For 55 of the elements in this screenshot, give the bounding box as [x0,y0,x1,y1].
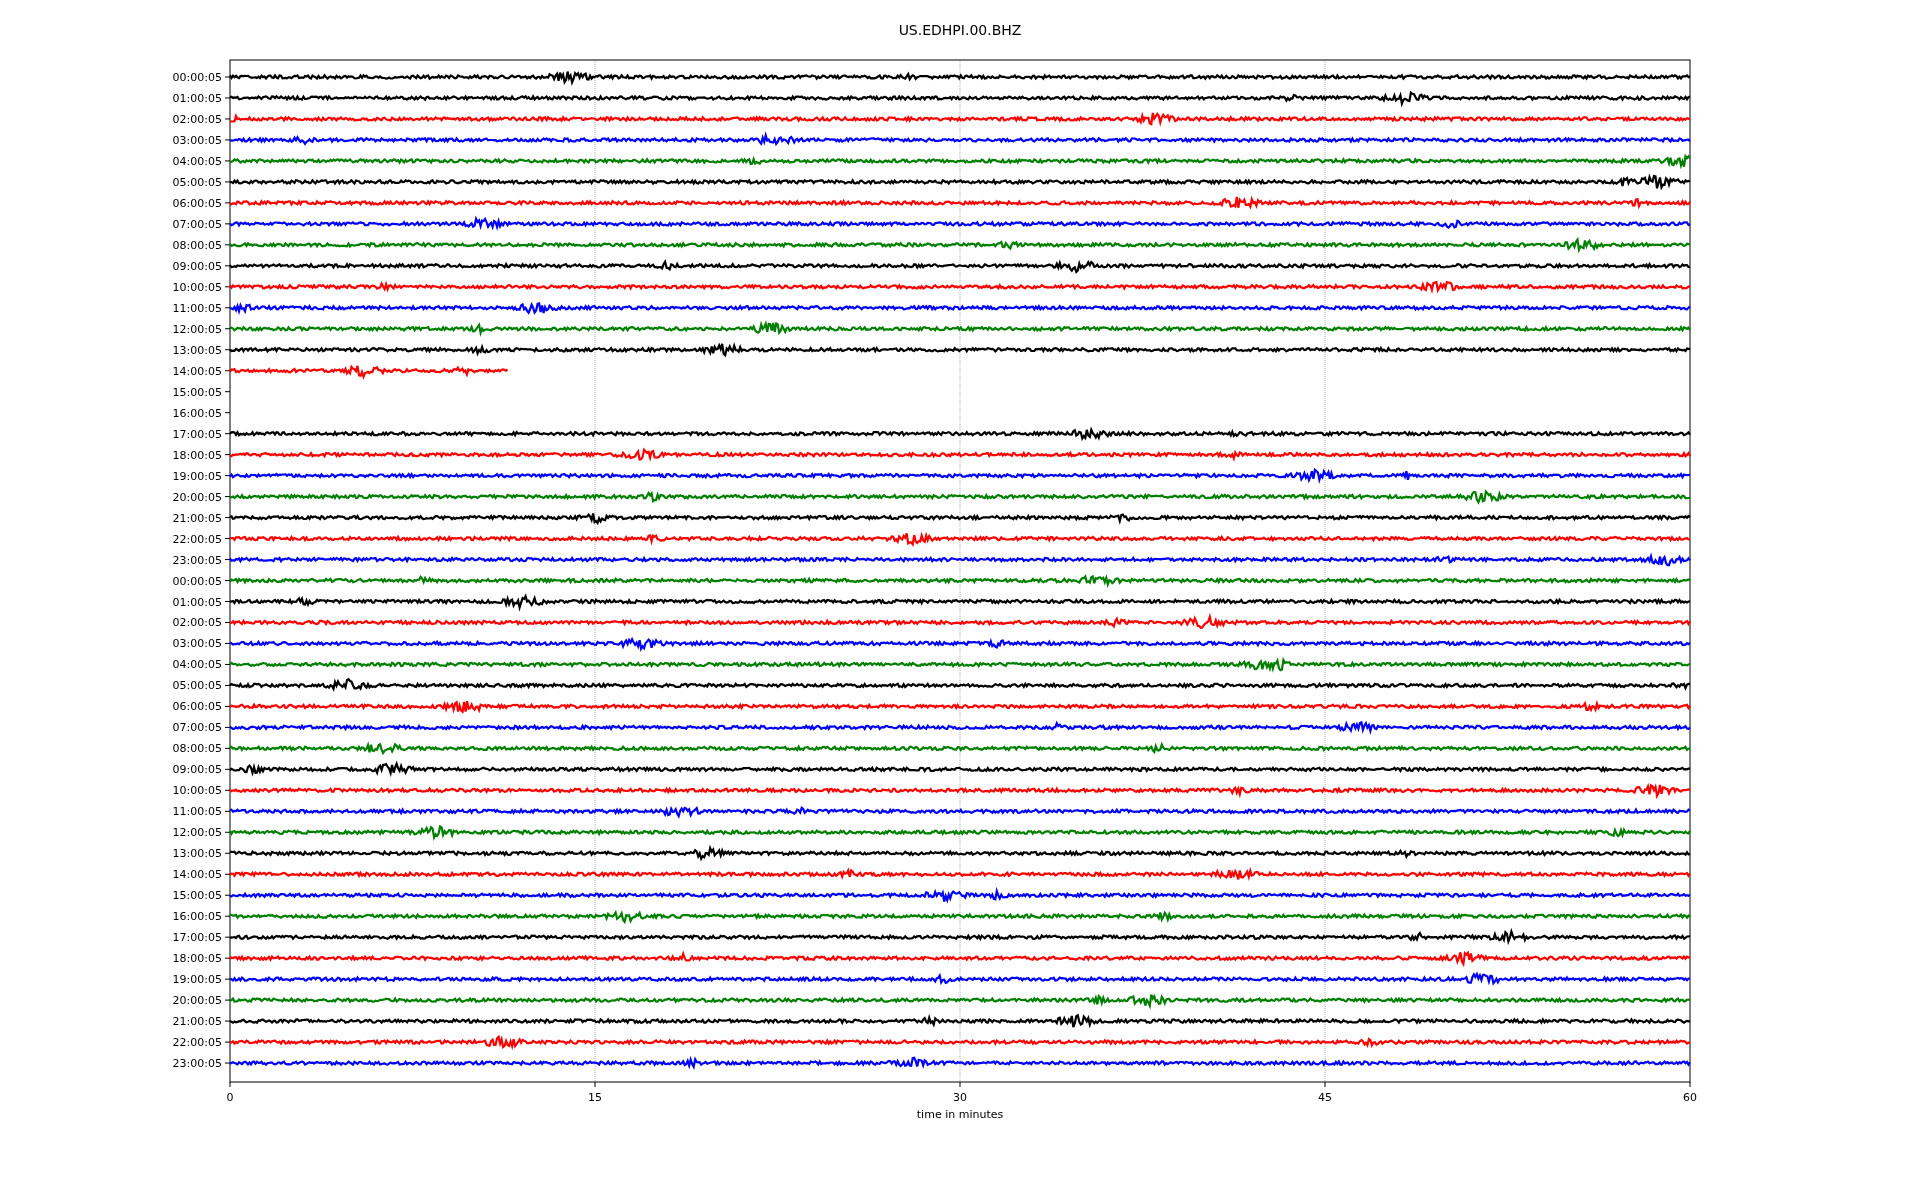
hour-label: 04:00:05 [172,154,222,168]
hour-label: 20:00:05 [172,490,222,504]
hour-label: 07:00:05 [172,721,222,735]
hour-label: 07:00:05 [172,217,222,231]
plot-title: US.EDHPI.00.BHZ [898,22,1022,38]
hour-label: 01:00:05 [172,92,222,105]
hour-label: 12:00:05 [172,826,222,840]
hour-label: 22:00:05 [172,1036,222,1050]
hour-label: 18:00:05 [172,952,222,966]
hour-label: 08:00:05 [172,742,222,756]
hour-label: 15:00:05 [172,889,222,903]
hour-label: 16:00:05 [172,406,222,420]
hour-label: 00:00:05 [172,71,222,84]
hour-label: 20:00:05 [172,994,222,1008]
hour-label: 13:00:05 [172,847,222,861]
x-tick-label: 45 [1318,1091,1332,1104]
hour-label: 05:00:05 [172,679,222,693]
hour-label: 22:00:05 [172,532,222,546]
hour-label: 13:00:05 [172,343,222,357]
hour-label: 10:00:05 [172,280,222,294]
hour-label: 02:00:05 [172,112,222,126]
x-tick-label: 60 [1683,1091,1697,1104]
hour-label: 23:00:05 [172,553,222,567]
hour-label: 21:00:05 [172,511,222,525]
x-tick-label: 0 [226,1091,234,1104]
hour-label: 10:00:05 [172,784,222,798]
hour-label: 18:00:05 [172,448,222,462]
x-tick-label: 15 [588,1091,602,1104]
x-axis-label: time in minutes [916,1108,1004,1121]
hour-label: 11:00:05 [172,301,222,315]
hour-label: 14:00:05 [172,364,222,378]
hour-label: 21:00:05 [172,1015,222,1029]
hour-label: 15:00:05 [172,385,222,399]
hour-label: 17:00:05 [172,427,222,441]
hour-label: 01:00:05 [172,595,222,609]
hour-label: 08:00:05 [172,238,222,252]
hour-label: 14:00:05 [172,868,222,882]
hour-label: 06:00:05 [172,196,222,210]
hour-label: 09:00:05 [172,763,222,777]
x-tick-label: 30 [953,1091,967,1104]
hour-label: 19:00:05 [172,973,222,987]
hour-label: 11:00:05 [172,805,222,819]
hour-label: 23:00:05 [172,1057,222,1071]
hour-label: 03:00:05 [172,637,222,651]
hour-label: 00:00:05 [172,574,222,588]
hour-label: 09:00:05 [172,259,222,273]
hour-label: 12:00:05 [172,322,222,336]
hour-label: 05:00:05 [172,175,222,189]
hour-label: 03:00:05 [172,133,222,147]
hour-label: 06:00:05 [172,700,222,714]
hour-label: 17:00:05 [172,931,222,945]
hour-label: 04:00:05 [172,658,222,672]
hour-label: 02:00:05 [172,616,222,630]
hour-label: 16:00:05 [172,910,222,924]
hour-label: 19:00:05 [172,469,222,483]
